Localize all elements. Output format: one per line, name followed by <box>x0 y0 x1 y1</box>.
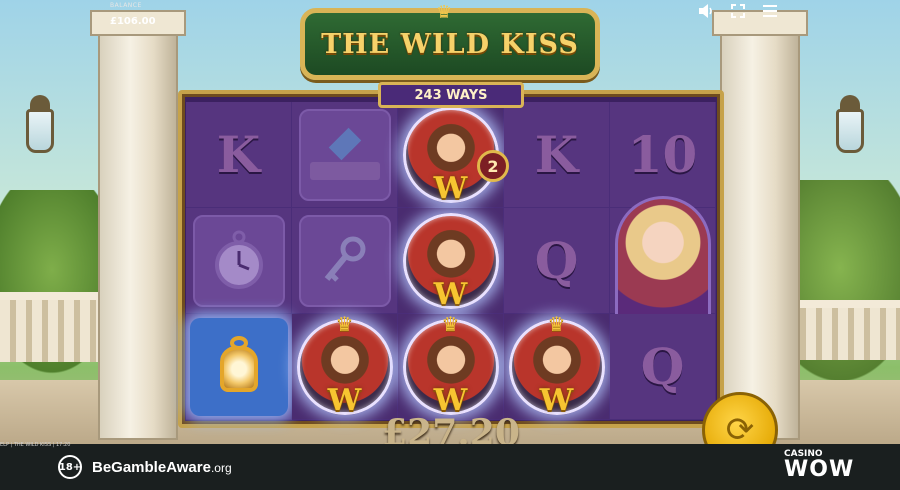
reel-2-row-3: ♛ W <box>292 312 398 420</box>
wall-lantern-right-icon <box>830 95 870 175</box>
background-balustrade-left <box>0 292 110 362</box>
symbol-10: 10 <box>627 125 698 184</box>
wall-lantern-left-icon <box>20 95 60 175</box>
symbol-q: Q <box>640 337 685 396</box>
age-restriction-badge: 18+ <box>58 455 82 479</box>
crown-icon: ♛ <box>547 311 566 336</box>
wild-letter: W <box>433 170 468 206</box>
top-controls <box>696 2 780 20</box>
wild-prince-symbol-icon: ♛ W <box>296 312 393 418</box>
symbol-q: Q <box>534 231 579 290</box>
symbol-k: K <box>216 125 261 184</box>
reel-5-row-3: Q <box>610 314 716 420</box>
crown-symbol-icon <box>298 108 391 201</box>
reel-3-row-2: W <box>398 208 504 314</box>
reel-3-row-1: W 2 <box>398 102 509 208</box>
multiplier-badge: 2 <box>477 150 509 182</box>
ways-banner: 243 WAYS <box>378 82 524 108</box>
crown-icon: ♛ <box>441 311 460 336</box>
symbol-k: K <box>534 125 579 184</box>
pocket-watch-symbol-icon <box>192 214 285 307</box>
reel-3-row-3: ♛ W <box>398 312 504 420</box>
wild-prince-symbol-icon: ♛ W <box>508 312 605 418</box>
reel-4-row-3: ♛ W <box>504 312 610 420</box>
reel-2-row-2 <box>292 208 398 314</box>
balance-label: BALANCE <box>110 2 142 9</box>
reel-5-row-2 <box>610 195 716 326</box>
lamp-scatter-symbol-icon <box>189 317 288 416</box>
hamburger-menu-icon[interactable] <box>760 2 780 20</box>
game-title: THE WILD KISS <box>321 28 579 60</box>
pillar-right <box>720 20 800 440</box>
reel-1-row-3 <box>186 314 292 420</box>
gamble-aware-text: BeGambleAware.org <box>92 458 232 476</box>
key-symbol-icon <box>298 214 391 307</box>
balance-value: £106.00 <box>110 16 156 27</box>
reel-4-row-1: K <box>504 102 610 208</box>
reel-4-row-2: Q <box>504 208 610 314</box>
game-info-text: ELP | THE WILD KISS | 17:20 <box>0 442 71 448</box>
casino-wow-logo: CASINO WOW <box>784 449 854 481</box>
reel-5-row-1: 10 <box>610 102 716 208</box>
crown-icon: ♛ <box>335 311 354 336</box>
title-crown-icon: ♛ <box>436 2 453 23</box>
fullscreen-icon[interactable] <box>728 2 748 20</box>
pillar-left <box>98 20 178 440</box>
wild-letter: W <box>433 276 468 312</box>
wild-prince-symbol-icon: W <box>402 212 499 312</box>
reel-1-row-2 <box>186 208 292 314</box>
wild-prince-symbol-icon: ♛ W <box>402 312 499 418</box>
footer-bar: 18+ BeGambleAware.org CASINO WOW <box>0 444 900 490</box>
gamble-aware-logo[interactable]: 18+ BeGambleAware.org <box>58 455 232 479</box>
reel-grid: K W 2 K 10 W Q ♛ W ♛ W ♛ W Q <box>186 102 716 422</box>
reel-2-row-1 <box>292 102 398 208</box>
casino-brand-big: WOW <box>784 457 855 482</box>
princess-symbol-icon <box>614 195 711 326</box>
speaker-icon[interactable] <box>696 2 716 20</box>
balance-display: BALANCE £106.00 <box>110 2 156 28</box>
background-balustrade-right <box>790 300 900 360</box>
reel-1-row-1: K <box>186 102 292 208</box>
